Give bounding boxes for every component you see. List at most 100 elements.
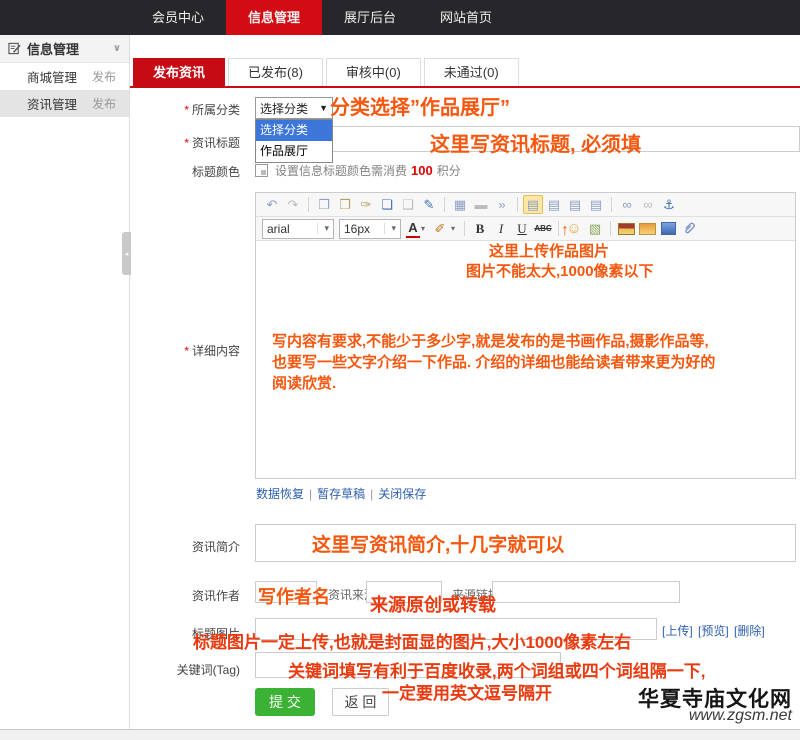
- annotation-title-image: 标题图片一定上传,也就是封面显的图片,大小1000像素左右: [193, 628, 631, 653]
- highlight-caret-icon[interactable]: ▾: [451, 224, 459, 233]
- title-color-text: 设置信息标题颜色需消费: [275, 162, 407, 179]
- insert-chart-icon[interactable]: ▧: [585, 219, 605, 238]
- editor-toolbar-row2: arial ▾ 16px ▾ A ▾ ✐ ▾ B I U ABC ☺ ▧: [256, 217, 795, 241]
- annotation-author-hint: 写作者名: [258, 583, 330, 609]
- category-select-value: 选择分类: [260, 100, 308, 117]
- print-icon[interactable]: ❒: [335, 195, 355, 214]
- sidebar-group-info-management[interactable]: 信息管理 ∨: [0, 35, 129, 63]
- edit-doc-icon: [8, 42, 21, 55]
- required-star: *: [184, 103, 189, 117]
- title-color-cost: 100: [411, 163, 433, 178]
- sidebar-action-publish[interactable]: 发布: [92, 95, 116, 112]
- anchor-icon[interactable]: ⚓: [659, 195, 679, 214]
- title-color-unit: 积分: [437, 162, 461, 179]
- tab-published[interactable]: 已发布(8): [228, 58, 323, 86]
- toolbar-separator: [464, 221, 465, 236]
- save-draft-link[interactable]: 暂存草稿: [317, 487, 365, 501]
- upload-image-icon[interactable]: [616, 219, 636, 238]
- attachment-icon[interactable]: [679, 219, 699, 238]
- tab-publish-news[interactable]: 发布资讯: [133, 58, 225, 86]
- toolbar-separator: [610, 221, 611, 236]
- font-family-select[interactable]: arial ▾: [262, 219, 334, 239]
- annotation-content-note: 写内容有要求,不能少于多少字,就是发布的是书画作品,摄影作品等, 也要写一些文字…: [272, 331, 788, 394]
- annotation-title: 这里写资讯标题, 必须填: [430, 128, 641, 157]
- font-size-value: 16px: [344, 222, 370, 236]
- submit-button[interactable]: 提 交: [255, 688, 315, 716]
- tab-rejected[interactable]: 未通过(0): [424, 58, 519, 86]
- select-caret-icon: ▼: [319, 103, 328, 113]
- sidebar-item-label: 资讯管理: [27, 94, 77, 113]
- sidebar-action-publish[interactable]: 发布: [92, 68, 116, 85]
- sidebar: 信息管理 ∨ 商城管理 发布 资讯管理 发布: [0, 35, 130, 729]
- label-title-color: 标题颜色: [138, 163, 240, 180]
- preview-link[interactable]: [预览]: [698, 624, 729, 638]
- nav-info-management[interactable]: 信息管理: [226, 0, 322, 35]
- sidebar-item-mall-management[interactable]: 商城管理 发布: [0, 63, 129, 90]
- annotation-upload-arrow: ↑: [561, 222, 569, 240]
- link-separator: |: [309, 487, 312, 501]
- align-right-icon[interactable]: ▤: [565, 195, 585, 214]
- label-intro: 资讯简介: [138, 538, 240, 555]
- toolbar-separator: [444, 197, 445, 212]
- title-image-links: [上传] [预览] [删除]: [662, 622, 767, 639]
- sidebar-group-label: 信息管理: [27, 39, 79, 58]
- link-icon[interactable]: ∞: [617, 195, 637, 214]
- pencil-icon[interactable]: ✎: [419, 195, 439, 214]
- toolbar-separator: [517, 197, 518, 212]
- delete-link[interactable]: [删除]: [734, 624, 765, 638]
- nav-site-home[interactable]: 网站首页: [418, 0, 514, 35]
- collapse-arrow-icon: ◂: [125, 250, 129, 258]
- data-recover-link[interactable]: 数据恢复: [256, 487, 304, 501]
- font-color-caret-icon[interactable]: ▾: [421, 224, 429, 233]
- label-content: *详细内容: [138, 342, 240, 359]
- toolbar-separator: [308, 197, 309, 212]
- note-line: 阅读欣赏.: [272, 373, 788, 394]
- underline-icon[interactable]: U: [512, 219, 532, 238]
- back-button[interactable]: 返 回: [332, 688, 389, 716]
- unlink-icon[interactable]: ∞: [638, 195, 658, 214]
- label-title: *资讯标题: [138, 134, 240, 151]
- redo-icon[interactable]: ↷: [283, 195, 303, 214]
- dropdown-option-default[interactable]: 选择分类: [256, 120, 332, 141]
- strikethrough-icon[interactable]: ABC: [533, 219, 553, 238]
- label-category: *所属分类: [138, 101, 240, 118]
- nav-hall-backend[interactable]: 展厅后台: [322, 0, 418, 35]
- source-link-input[interactable]: [492, 581, 680, 603]
- nav-member-center[interactable]: 会员中心: [130, 0, 226, 35]
- editor-footer-links: 数据恢复|暂存草稿|关闭保存: [256, 485, 426, 502]
- align-justify-icon[interactable]: ▤: [586, 195, 606, 214]
- format-brush-icon[interactable]: ✑: [356, 195, 376, 214]
- title-color-checkbox[interactable]: [255, 164, 268, 177]
- close-save-link[interactable]: 关闭保存: [378, 487, 426, 501]
- highlight-icon[interactable]: ✐: [430, 219, 450, 238]
- sidebar-collapse-handle[interactable]: ◂: [122, 232, 131, 275]
- annotation-keywords-2: 一定要用英文逗号隔开: [382, 679, 552, 704]
- preview-icon[interactable]: ❐: [314, 195, 334, 214]
- paste-icon[interactable]: ❑: [398, 195, 418, 214]
- insert-media-icon[interactable]: [658, 219, 678, 238]
- indent-icon[interactable]: »: [492, 195, 512, 214]
- image-glyph: [618, 223, 635, 235]
- font-size-select[interactable]: 16px ▾: [339, 219, 401, 239]
- paste-from-word-icon[interactable]: ❏: [377, 195, 397, 214]
- page: 会员中心 信息管理 展厅后台 网站首页 信息管理 ∨ 商城管理 发布 资讯管理 …: [0, 0, 800, 740]
- upload-link[interactable]: [上传]: [662, 624, 693, 638]
- top-navbar: 会员中心 信息管理 展厅后台 网站首页: [0, 0, 800, 35]
- align-left-icon[interactable]: ▤: [523, 195, 543, 214]
- font-family-value: arial: [267, 222, 290, 236]
- sidebar-item-news-management[interactable]: 资讯管理 发布: [0, 90, 129, 117]
- bold-icon[interactable]: B: [470, 219, 490, 238]
- undo-icon[interactable]: ↶: [262, 195, 282, 214]
- dropdown-option-gallery[interactable]: 作品展厅: [256, 141, 332, 162]
- annotation-intro: 这里写资讯简介,十几字就可以: [312, 530, 564, 557]
- category-select[interactable]: 选择分类 ▼: [255, 97, 333, 119]
- font-color-icon[interactable]: A: [406, 219, 420, 238]
- align-center-icon[interactable]: ▤: [544, 195, 564, 214]
- insert-image-icon[interactable]: [637, 219, 657, 238]
- annotation-upload-1: 这里上传作品图片: [489, 240, 609, 261]
- required-star: *: [184, 136, 189, 150]
- italic-icon[interactable]: I: [491, 219, 511, 238]
- horizontal-rule-icon[interactable]: ▬: [471, 195, 491, 214]
- table-icon[interactable]: ▦: [450, 195, 470, 214]
- tab-in-review[interactable]: 审核中(0): [326, 58, 421, 86]
